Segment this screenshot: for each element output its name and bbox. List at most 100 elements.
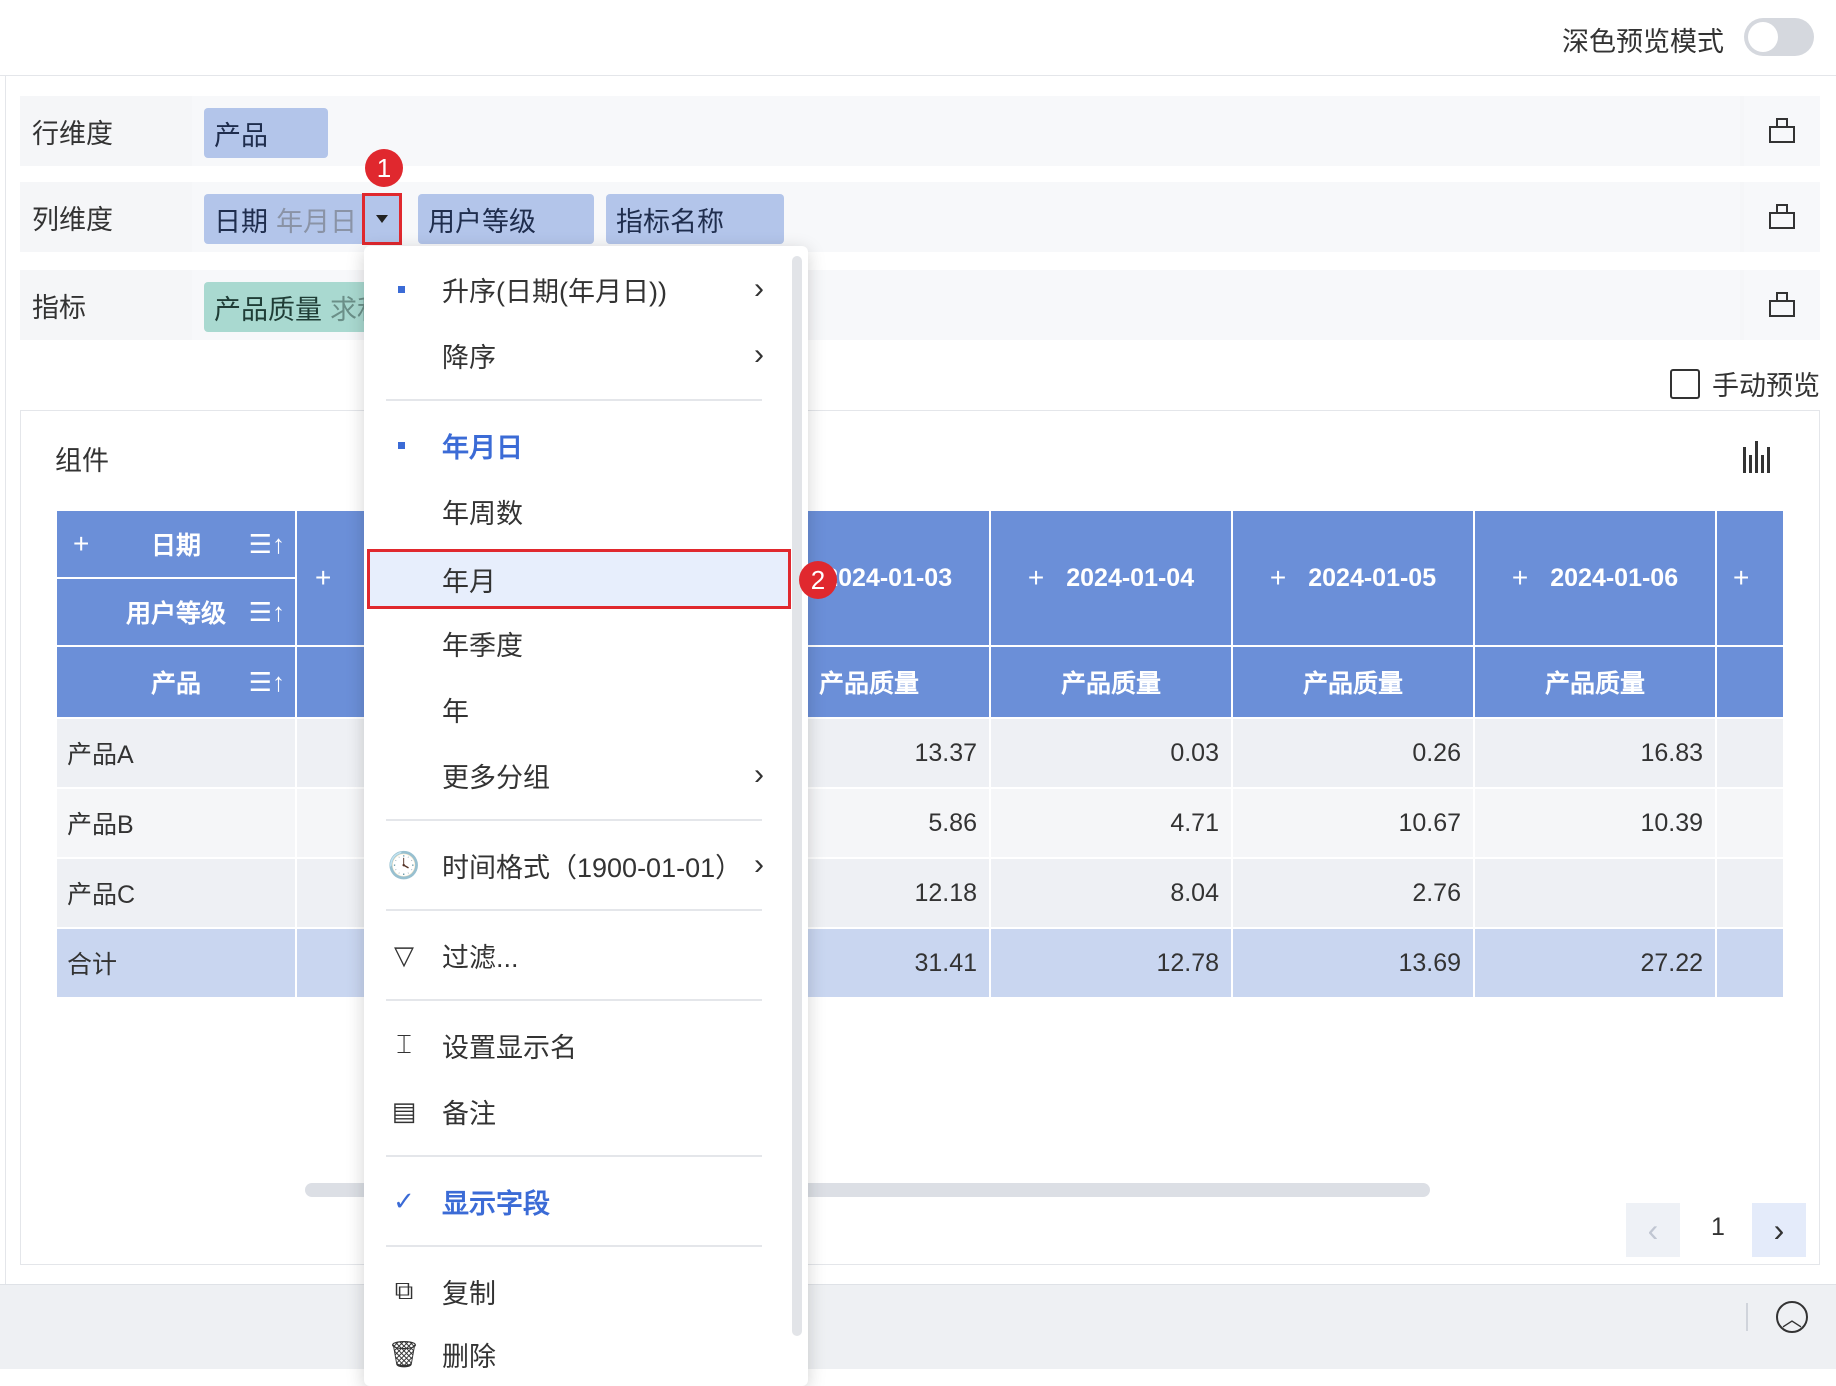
row-label: 产品B <box>57 789 297 859</box>
manual-preview-label: 手动预览 <box>1712 371 1820 401</box>
header-product[interactable]: 产品 ☰↑ <box>57 647 297 719</box>
column-dimension-settings[interactable] <box>1744 182 1820 252</box>
header-product-label: 产品 <box>150 670 201 698</box>
menu-set-display-name[interactable]: ⌶ 设置显示名 <box>364 1015 784 1075</box>
menu-item-label: 年 <box>442 696 469 727</box>
expand-icon[interactable]: + <box>315 562 331 594</box>
chip-sublabel: 年月日 <box>276 206 357 237</box>
component-panel: 组件 + 日期 ☰↑ 用户等级 ☰↑ 产品 ☰↑ + + 2024-01-03 … <box>20 410 1820 1265</box>
package-icon <box>1769 292 1795 318</box>
menu-show-field[interactable]: ✓ 显示字段 <box>364 1171 784 1231</box>
menu-note[interactable]: ▤ 备注 <box>364 1081 784 1141</box>
menu-item-label: 降序 <box>442 342 496 373</box>
left-gutter <box>0 76 6 1286</box>
date-dropdown-button[interactable] <box>362 193 402 245</box>
expand-icon[interactable]: + <box>1512 562 1528 594</box>
manual-preview[interactable]: 手动预览 <box>1670 364 1820 403</box>
header-date-col-3[interactable]: + 2024-01-05 <box>1233 511 1475 647</box>
menu-sort-desc[interactable]: 降序 › <box>364 325 784 385</box>
menu-group-year-quarter[interactable]: 年季度 <box>364 613 784 673</box>
metric-header-label: 产品质量 <box>1302 670 1403 698</box>
sort-icon[interactable]: ☰↑ <box>249 597 285 628</box>
metric-settings[interactable] <box>1744 270 1820 340</box>
check-icon: ✓ <box>393 1185 415 1216</box>
menu-group-year[interactable]: 年 <box>364 679 784 739</box>
menu-group-ymd[interactable]: 年月日 <box>364 415 784 475</box>
row-dimension-label: 行维度 <box>20 96 188 166</box>
column-chip-metric-name[interactable]: 指标名称 <box>606 194 784 244</box>
top-bar: 深色预览模式 <box>0 0 1836 76</box>
menu-time-format[interactable]: 🕓 时间格式（1900-01-01） › <box>364 835 784 895</box>
selected-dot-icon <box>398 441 405 449</box>
menu-item-label: 年月日 <box>442 432 523 463</box>
header-user-level[interactable]: 用户等级 ☰↑ <box>57 579 297 647</box>
header-date-label: 日期 <box>150 532 201 560</box>
panel-title: 组件 <box>55 446 109 476</box>
pager-current-page: 1 <box>1711 1213 1725 1241</box>
header-date-col-4[interactable]: + 2024-01-06 <box>1475 511 1717 647</box>
package-icon <box>1769 118 1795 144</box>
manual-preview-checkbox[interactable] <box>1670 368 1700 399</box>
column-chip-user-level[interactable]: 用户等级 <box>418 194 594 244</box>
chip-label: 用户等级 <box>428 206 536 237</box>
menu-item-label: 年季度 <box>442 630 523 661</box>
menu-item-label: 更多分组 <box>442 762 550 793</box>
menu-item-label: 复制 <box>442 1278 496 1309</box>
menu-divider <box>386 1245 762 1247</box>
metric-header-label: 产品质量 <box>1544 670 1645 698</box>
expand-icon[interactable]: + <box>1270 562 1286 594</box>
row-label: 产品A <box>57 719 297 789</box>
menu-filter[interactable]: ▽ 过滤... <box>364 925 784 985</box>
column-dimension-dropzone[interactable]: 日期 年月日 用户等级 指标名称 <box>192 182 1740 252</box>
barcode-icon[interactable] <box>1743 441 1773 473</box>
menu-delete[interactable]: 🗑 删除 <box>364 1324 784 1384</box>
pager-next-button[interactable]: › <box>1752 1203 1806 1257</box>
expand-icon[interactable]: + <box>1028 562 1044 594</box>
header-user-level-label: 用户等级 <box>125 600 226 628</box>
table-cell: 16.83 <box>1475 719 1717 789</box>
toggle-knob <box>1748 22 1778 52</box>
menu-item-label: 过滤... <box>442 942 519 973</box>
chevron-right-icon: › <box>754 272 764 305</box>
row-dimension-dropzone[interactable]: 产品 <box>192 96 1740 166</box>
menu-divider <box>386 399 762 401</box>
chip-label: 日期 <box>214 206 268 237</box>
metric-label: 指标 <box>20 270 188 340</box>
menu-item-label: 年周数 <box>442 498 523 529</box>
column-chip-date[interactable]: 日期 年月日 <box>204 194 370 244</box>
table-cell <box>1717 789 1783 859</box>
expand-icon[interactable]: + <box>1733 562 1749 594</box>
header-date-col-5-partial[interactable]: + <box>1717 511 1783 647</box>
row-dimension-settings[interactable] <box>1744 96 1820 166</box>
copy-icon: ⧉ <box>394 1275 414 1305</box>
menu-group-year-week[interactable]: 年周数 <box>364 481 784 541</box>
table-cell: 4.71 <box>991 789 1233 859</box>
metric-header-label: 产品质量 <box>1060 670 1161 698</box>
menu-scrollbar[interactable] <box>792 256 802 1336</box>
bottom-divider <box>1746 1303 1748 1331</box>
total-cell: 12.78 <box>991 929 1233 999</box>
menu-divider <box>386 1155 762 1157</box>
column-dimension-label: 列维度 <box>20 182 188 252</box>
menu-item-label: 时间格式（1900-01-01） <box>442 852 743 883</box>
trash-icon: 🗑 <box>387 1338 421 1369</box>
menu-sort-asc[interactable]: 升序(日期(年月日)) › <box>364 259 784 319</box>
sort-icon[interactable]: ☰↑ <box>249 529 285 560</box>
comment-icon: ▤ <box>391 1095 417 1126</box>
date-column-label: 2024-01-06 <box>1550 563 1679 592</box>
menu-item-label: 设置显示名 <box>442 1032 577 1063</box>
sort-icon[interactable]: ☰↑ <box>249 667 285 698</box>
collapse-up-icon[interactable]: ︿ <box>1776 1301 1808 1333</box>
row-chip-product[interactable]: 产品 <box>204 108 328 158</box>
menu-copy[interactable]: ⧉ 复制 <box>364 1261 784 1321</box>
header-date[interactable]: + 日期 ☰↑ <box>57 511 297 579</box>
header-date-col-2[interactable]: + 2024-01-04 <box>991 511 1233 647</box>
menu-more-groups[interactable]: 更多分组 › <box>364 745 784 805</box>
pager-prev-button[interactable]: ‹ <box>1626 1203 1680 1257</box>
menu-divider <box>386 999 762 1001</box>
expand-icon[interactable]: + <box>73 528 89 560</box>
rename-icon: ⌶ <box>396 1029 412 1059</box>
table-cell: 0.26 <box>1233 719 1475 789</box>
total-cell <box>1717 929 1783 999</box>
dark-mode-toggle[interactable] <box>1744 18 1814 56</box>
